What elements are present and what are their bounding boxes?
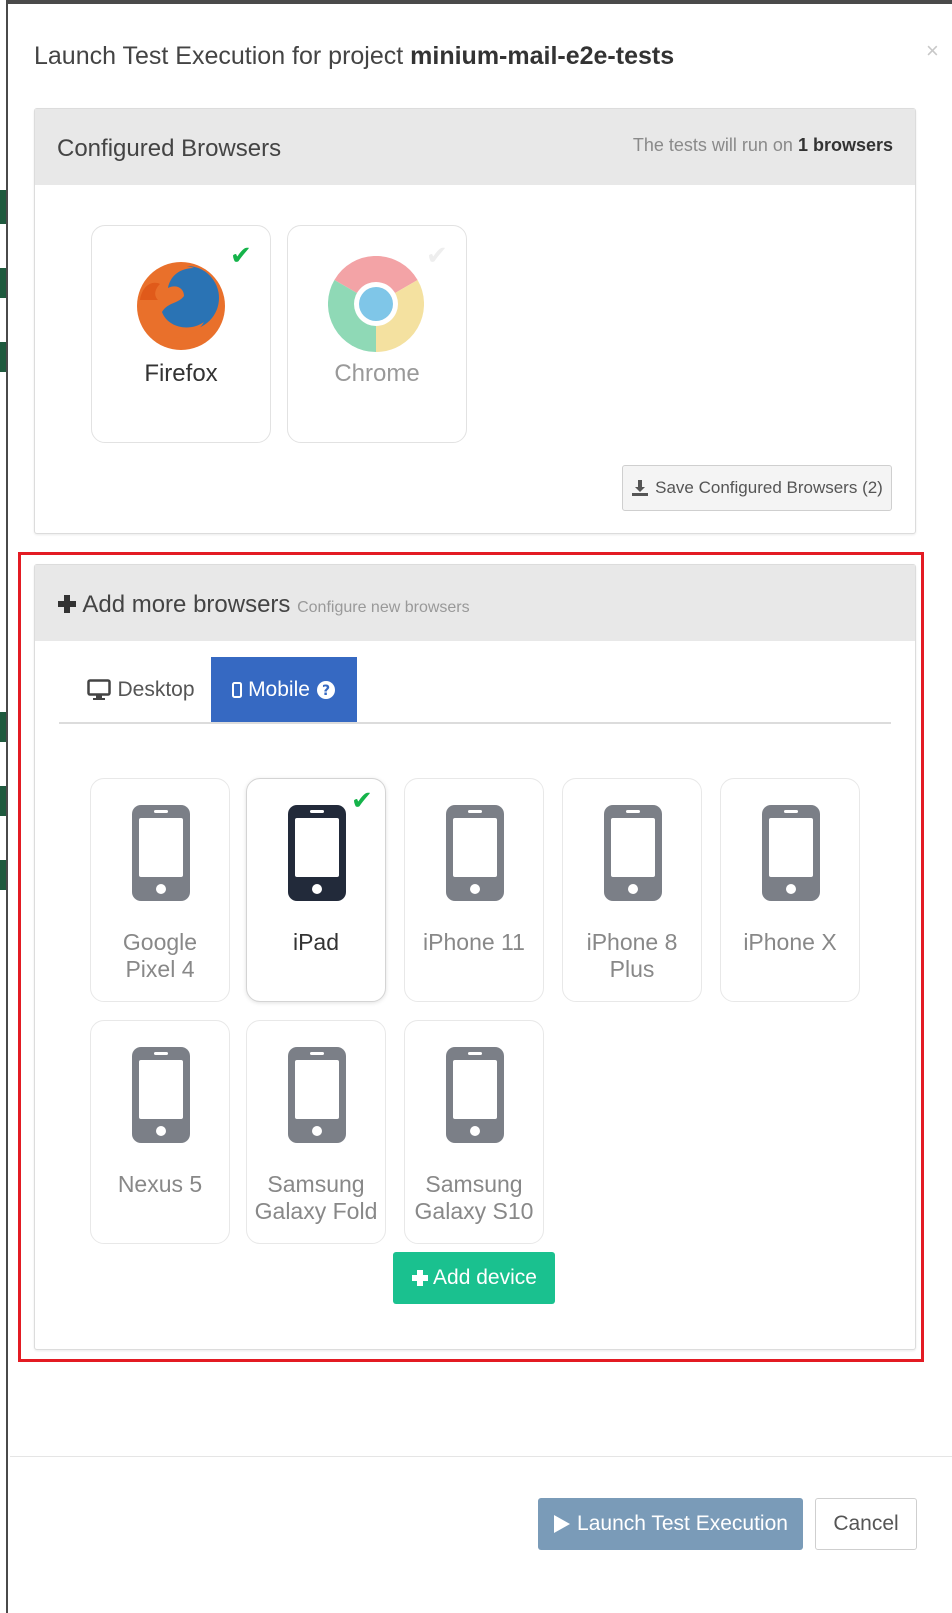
- browser-name: Firefox: [144, 360, 218, 387]
- summary-count: 1 browsers: [797, 135, 893, 155]
- device-name-line1: Nexus 5: [117, 1171, 203, 1197]
- device-name-line2: Pixel 4: [125, 956, 195, 982]
- browser-count-summary: The tests will run on 1 browsers: [633, 135, 893, 156]
- mobile-phone-icon: [446, 805, 504, 901]
- device-card-nexus-5[interactable]: Nexus 5: [90, 1020, 230, 1244]
- device-card-samsung-galaxy-fold[interactable]: Samsung Galaxy Fold: [246, 1020, 386, 1244]
- close-icon[interactable]: ×: [926, 40, 939, 62]
- device-name: Nexus 5: [91, 1171, 229, 1198]
- add-device-button[interactable]: Add device: [393, 1252, 555, 1304]
- background-page-fragment: [0, 342, 6, 372]
- add-device-label: Add device: [433, 1266, 537, 1289]
- device-card-iphone-11[interactable]: iPhone 11: [404, 778, 544, 1002]
- device-card-ipad[interactable]: ✔ iPad: [246, 778, 386, 1002]
- play-icon: [554, 1515, 571, 1533]
- checkmark-icon: ✔: [230, 240, 252, 270]
- cancel-button[interactable]: Cancel: [815, 1498, 917, 1550]
- summary-prefix: The tests will run on: [632, 135, 798, 155]
- device-name: iPhone 11: [405, 929, 543, 956]
- device-name-line1: Samsung: [267, 1171, 365, 1197]
- device-name: Samsung Galaxy S10: [405, 1171, 543, 1225]
- launch-test-modal: Launch Test Execution for project minium…: [10, 4, 952, 1613]
- background-page-fragment: [0, 860, 6, 890]
- device-name: Samsung Galaxy Fold: [247, 1171, 385, 1225]
- device-name-line2: Galaxy S10: [414, 1198, 534, 1224]
- configured-browsers-header: Configured Browsers The tests will run o…: [35, 109, 915, 185]
- device-name-line1: Samsung: [425, 1171, 523, 1197]
- background-page-fragment: [0, 712, 6, 742]
- background-page-fragment: [0, 268, 6, 298]
- chrome-icon: [328, 256, 424, 352]
- firefox-icon: [137, 262, 225, 350]
- browser-name: Chrome: [334, 360, 420, 387]
- device-card-google-pixel-4[interactable]: Google Pixel 4: [90, 778, 230, 1002]
- device-card-iphone-x[interactable]: iPhone X: [720, 778, 860, 1002]
- device-name: iPhone 8 Plus: [563, 929, 701, 983]
- configured-browsers-title: Configured Browsers: [57, 135, 282, 162]
- checkmark-icon: ✔: [351, 785, 373, 815]
- project-name: minium-mail-e2e-tests: [410, 42, 675, 70]
- mobile-phone-icon: [132, 805, 190, 901]
- save-button-label: Save Configured Browsers (2): [655, 478, 883, 497]
- mobile-phone-icon: [604, 805, 662, 901]
- device-name-line1: iPhone X: [743, 929, 837, 955]
- device-name: iPhone X: [721, 929, 859, 956]
- launch-test-execution-button[interactable]: Launch Test Execution: [538, 1498, 803, 1550]
- device-name-line2: Galaxy Fold: [254, 1198, 378, 1224]
- background-page-fragment: [0, 190, 6, 224]
- mobile-phone-icon: [288, 805, 346, 901]
- device-card-samsung-galaxy-s10[interactable]: Samsung Galaxy S10: [404, 1020, 544, 1244]
- download-icon: [632, 480, 649, 496]
- mobile-phone-icon: [132, 1047, 190, 1143]
- browser-card-chrome[interactable]: ✔ Chrome: [287, 225, 467, 443]
- configured-browsers-panel: Configured Browsers The tests will run o…: [34, 108, 916, 534]
- mobile-phone-icon: [762, 805, 820, 901]
- save-configured-browsers-button[interactable]: Save Configured Browsers (2): [622, 465, 892, 511]
- modal-title-prefix: Launch Test Execution for project: [34, 42, 411, 70]
- footer-divider: [10, 1456, 952, 1457]
- device-name-line2: Plus: [609, 956, 655, 982]
- device-name-line1: iPhone 11: [423, 929, 525, 955]
- checkmark-icon: ✔: [426, 240, 448, 270]
- plus-icon: [412, 1270, 429, 1286]
- launch-label: Launch Test Execution: [577, 1512, 788, 1535]
- device-name: iPad: [247, 929, 385, 956]
- device-name-line1: iPhone 8: [586, 929, 678, 955]
- modal-title: Launch Test Execution for project minium…: [34, 42, 674, 71]
- device-name-line1: iPad: [292, 929, 340, 955]
- background-page-fragment: [0, 786, 6, 816]
- device-name: Google Pixel 4: [91, 929, 229, 983]
- mobile-phone-icon: [288, 1047, 346, 1143]
- device-card-iphone-8-plus[interactable]: iPhone 8 Plus: [562, 778, 702, 1002]
- browser-card-firefox[interactable]: ✔ Firefox: [91, 225, 271, 443]
- device-name-line1: Google: [122, 929, 198, 955]
- mobile-phone-icon: [446, 1047, 504, 1143]
